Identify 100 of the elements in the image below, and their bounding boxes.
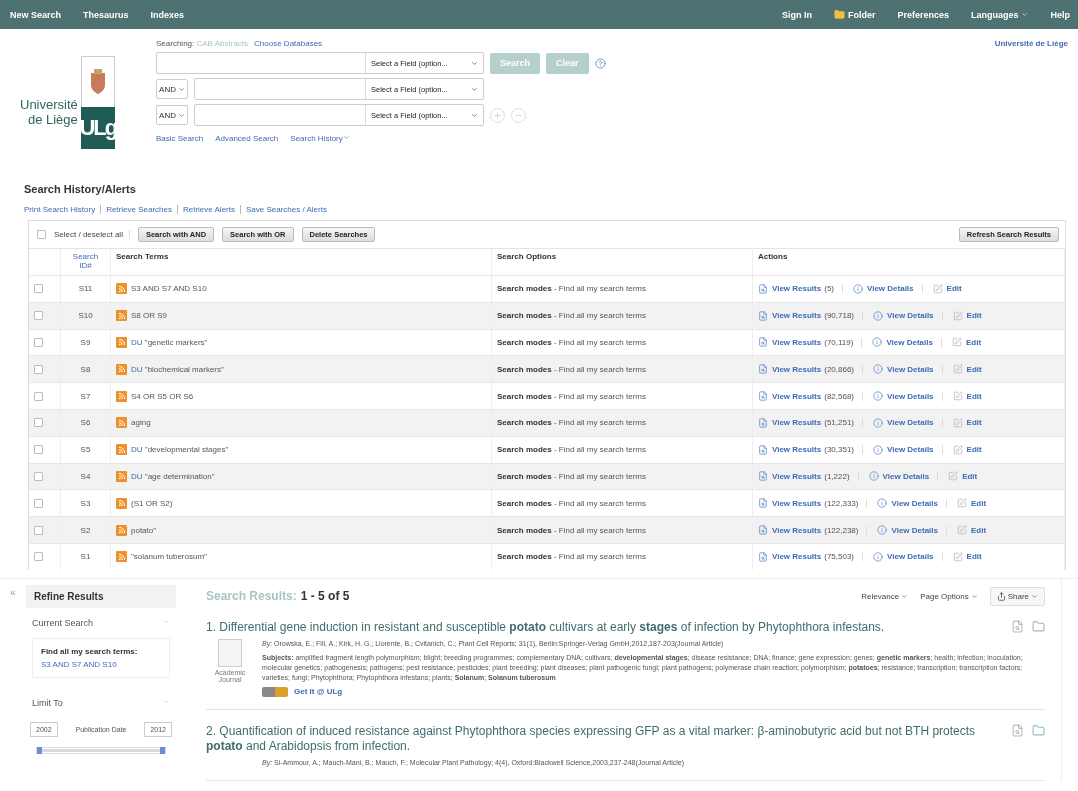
view-details-link[interactable]: View Details [887,364,943,374]
rss-icon[interactable] [116,444,127,456]
edit-link[interactable]: Edit [946,284,962,294]
view-details-link[interactable]: View Details [887,552,943,562]
current-search-heading[interactable]: Current Search [32,617,94,628]
limit-to-heading[interactable]: Limit To [32,697,63,708]
history-link[interactable]: Retrieve Alerts [176,205,235,214]
view-results-link[interactable]: View Results (122,333) [772,498,868,508]
history-link[interactable]: Print Search History [24,205,96,214]
view-results-link[interactable]: View Results (30,351) [772,445,863,455]
rss-icon[interactable] [116,551,127,563]
help-icon[interactable] [594,57,606,69]
view-details-link[interactable]: View Details [891,498,947,508]
edit-link[interactable]: Edit [966,552,982,562]
sort-menu[interactable]: Page Options [920,591,978,601]
view-details-link[interactable]: View Details [887,391,943,401]
history-link[interactable]: Save Searches / Alerts [240,205,327,214]
view-results-link[interactable]: View Results (122,238) [772,525,868,535]
result-title[interactable]: 2. Quantification of induced resistance against Phytophthora species expressing GFP as a vital marker: β-aminobutyric acid but not BTH protects potato and Arabidopsis from infection. [206,723,991,754]
view-details-link[interactable]: View Details [891,525,947,535]
get-it-badge-icon[interactable] [262,686,288,697]
info-icon [873,417,883,428]
operator-dropdown[interactable]: AND [156,79,188,99]
checkbox[interactable] [34,498,43,508]
checkbox[interactable] [34,364,43,374]
rss-icon[interactable] [116,470,127,482]
select-all-label: Select / deselect all [54,230,130,239]
edit-link[interactable]: Edit [966,391,982,401]
checkbox[interactable] [34,552,43,562]
rss-icon[interactable] [116,310,127,322]
view-results-link[interactable]: View Results (90,718) [772,311,863,321]
edit-icon [957,525,967,536]
search-mode-link[interactable]: Basic Search [156,134,204,143]
search-mode-link[interactable]: Advanced Search [215,134,279,143]
languages-menu[interactable]: Languages [970,9,1029,20]
nav-link[interactable]: Help [1050,9,1070,20]
collapse-toggle[interactable]: « [0,578,26,781]
search-history-menu[interactable]: Search History [290,134,350,143]
nav-link[interactable]: Thesaurus [83,9,129,20]
checkbox[interactable] [34,284,43,294]
preview-icon[interactable] [1011,619,1024,633]
view-details-link[interactable]: View Details [882,471,939,481]
view-details-link[interactable]: View Details [887,311,943,321]
view-results-link[interactable]: View Results (75,503) [772,552,863,562]
view-results-link[interactable]: View Results (70,119) [772,338,863,347]
checkbox[interactable] [34,471,43,481]
date-range-slider[interactable] [36,746,166,754]
share-button[interactable]: Share [989,586,1045,606]
current-query-link[interactable]: S3 AND S7 AND S10 [41,659,161,669]
caret-icon[interactable] [163,617,170,625]
view-results-link[interactable]: View Results (51,251) [772,418,863,428]
view-results-link[interactable]: View Results (1,222) [772,471,859,481]
folder-link[interactable]: Folder [833,9,876,20]
checkbox[interactable] [34,338,43,347]
institution-link[interactable]: Université de Liège [994,39,1068,179]
rss-icon[interactable] [116,283,127,295]
caret-icon[interactable] [163,697,170,705]
folder-icon[interactable] [1032,723,1045,737]
edit-link[interactable]: Edit [966,445,982,455]
result-title[interactable]: 1. Differential gene induction in resistant and susceptible potato cultivars at early stages of infection by Phytophthora infestans. [206,619,885,635]
view-results-link[interactable]: View Results (5) [772,284,843,294]
preview-icon[interactable] [1011,723,1024,737]
edit-link[interactable]: Edit [966,364,982,374]
nav-link[interactable]: Sign In [781,9,812,20]
view-details-link[interactable]: View Details [887,418,943,428]
rss-icon[interactable] [116,363,127,375]
rss-icon[interactable] [116,390,127,402]
checkbox[interactable] [37,230,46,239]
edit-link[interactable]: Edit [971,498,987,508]
edit-link[interactable]: Edit [962,471,978,481]
nav-link[interactable]: Preferences [897,9,949,20]
slider-handle[interactable] [160,746,165,754]
edit-link[interactable]: Edit [965,338,982,347]
choose-databases-link[interactable]: Choose Databases [254,39,323,48]
search-options: Search modes - Find all my search terms [497,498,646,508]
rss-icon[interactable] [116,337,127,348]
slider-handle[interactable] [37,746,42,754]
checkbox[interactable] [34,525,43,535]
edit-link[interactable]: Edit [971,525,987,535]
rss-icon[interactable] [116,497,127,509]
checkbox[interactable] [34,311,43,321]
nav-link[interactable]: Indexes [150,9,185,20]
view-results-link[interactable]: View Results (82,568) [772,391,863,401]
checkbox[interactable] [34,445,43,455]
view-results-link[interactable]: View Results (20,866) [772,364,863,374]
edit-link[interactable]: Edit [966,418,982,428]
view-details-link[interactable]: View Details [887,445,943,455]
operator-dropdown[interactable]: AND [156,105,188,125]
get-it-link[interactable]: Get It @ ULg [294,686,343,697]
nav-link[interactable]: New Search [10,9,62,20]
folder-icon[interactable] [1032,619,1045,633]
rss-icon[interactable] [116,524,127,536]
edit-link[interactable]: Edit [966,311,982,321]
sort-menu[interactable]: Relevance [861,591,909,601]
checkbox[interactable] [34,391,43,401]
rss-icon[interactable] [116,417,127,429]
checkbox[interactable] [34,418,43,428]
view-details-link[interactable]: View Details [867,284,923,294]
view-details-link[interactable]: View Details [886,338,942,347]
history-link[interactable]: Retrieve Searches [100,205,172,214]
